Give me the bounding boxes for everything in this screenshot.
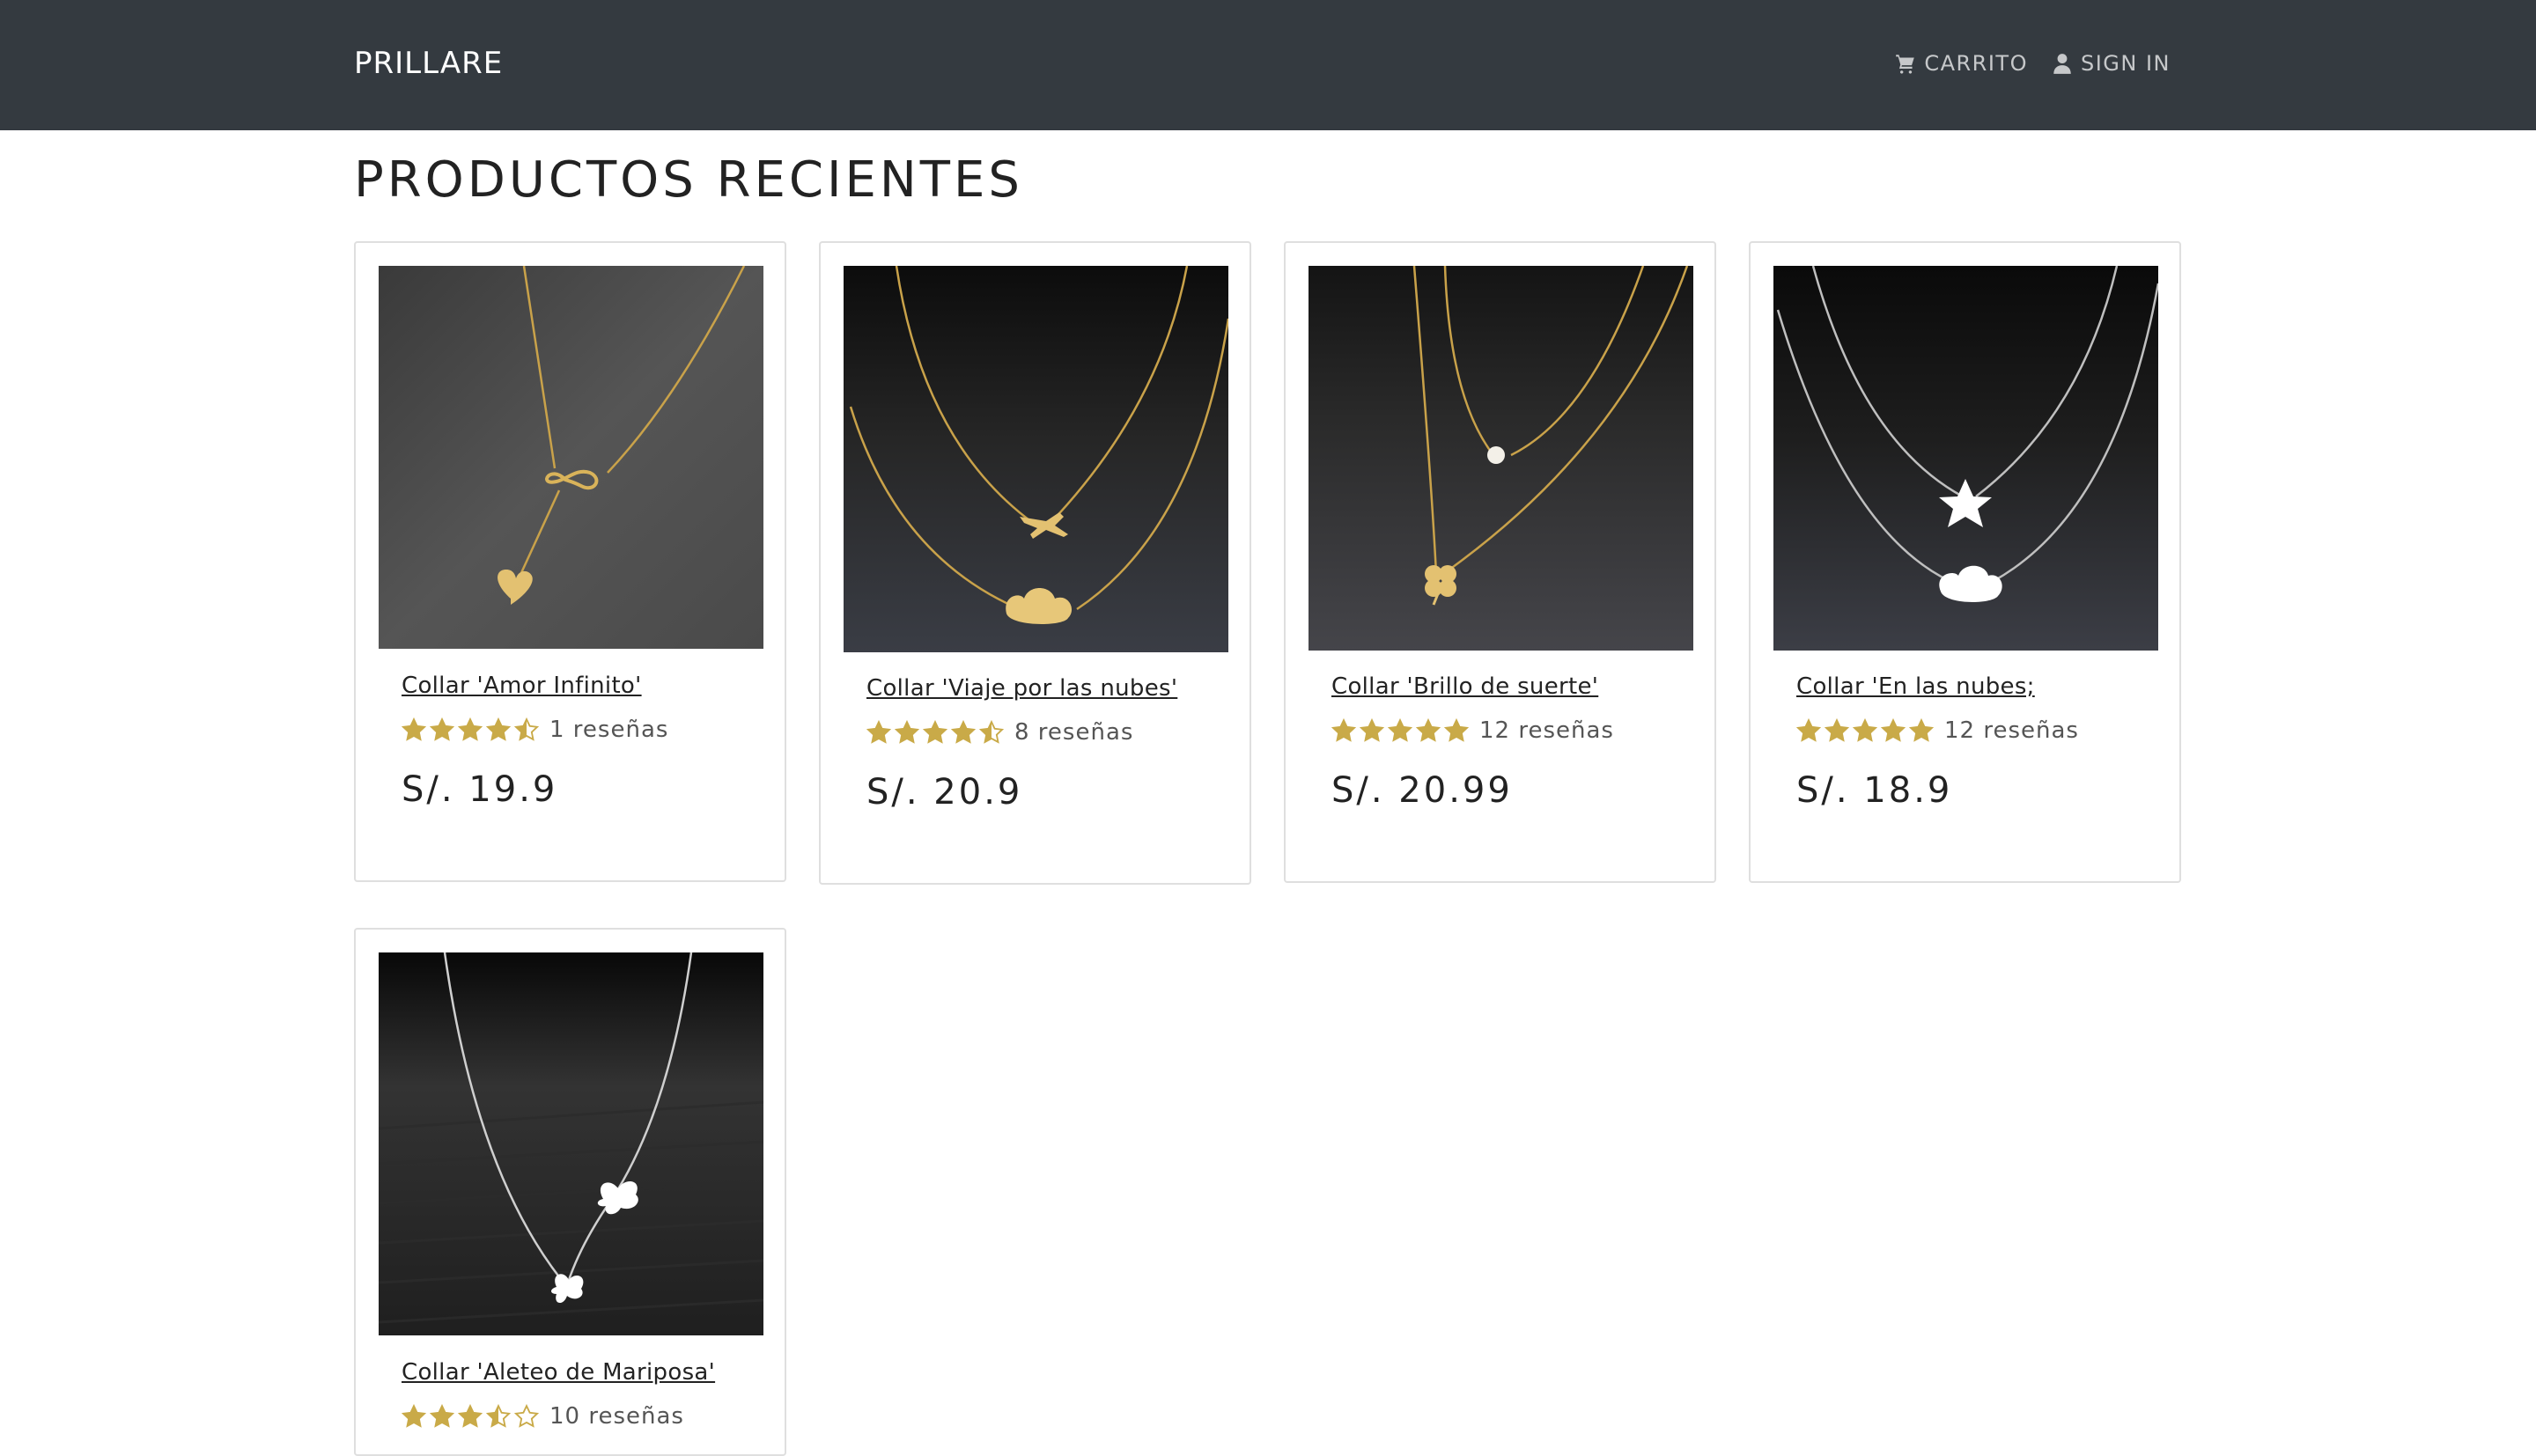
star-full-icon: [1416, 718, 1441, 742]
cart-icon: [1896, 55, 1915, 74]
star-full-icon: [486, 717, 511, 741]
product-image[interactable]: [379, 266, 763, 649]
product-title[interactable]: Collar 'Aleteo de Mariposa': [402, 1359, 715, 1386]
review-count: 12 reseñas: [1479, 717, 1614, 744]
star-full-icon: [866, 720, 891, 744]
product-title[interactable]: Collar 'Brillo de suerte': [1331, 673, 1598, 700]
review-count: 10 reseñas: [549, 1403, 684, 1430]
star-empty-icon: [514, 1404, 539, 1428]
star-full-icon: [430, 717, 454, 741]
product-rating: 10 reseñas: [402, 1403, 684, 1430]
cart-link[interactable]: CARRITO: [1894, 51, 2028, 76]
star-full-icon: [430, 1404, 454, 1428]
review-count: 12 reseñas: [1944, 717, 2079, 744]
star-full-icon: [1331, 718, 1356, 742]
star-half-icon: [514, 717, 539, 741]
signin-label: SIGN IN: [2080, 51, 2171, 76]
star-full-icon: [1881, 718, 1906, 742]
star-full-icon: [402, 1404, 426, 1428]
product-card: Collar 'Brillo de suerte' 12 reseñas S/.…: [1284, 241, 1716, 883]
user-icon: [2053, 54, 2071, 74]
star-full-icon: [458, 717, 483, 741]
brand-logo[interactable]: PRILLARE: [354, 46, 503, 81]
product-title[interactable]: Collar 'Viaje por las nubes': [866, 675, 1177, 702]
star-full-icon: [1444, 718, 1469, 742]
product-rating: 8 reseñas: [866, 719, 1133, 746]
star-half-icon: [486, 1404, 511, 1428]
star-full-icon: [1388, 718, 1412, 742]
star-full-icon: [923, 720, 947, 744]
star-full-icon: [895, 720, 919, 744]
product-card: Collar 'Viaje por las nubes' 8 reseñas S…: [819, 241, 1251, 885]
product-image[interactable]: [1309, 266, 1693, 651]
product-title[interactable]: Collar 'Amor Infinito': [402, 673, 642, 699]
navbar: PRILLARE CARRITO SIGN IN: [0, 0, 2536, 130]
product-card: Collar 'Aleteo de Mariposa' 10 reseñas: [354, 928, 786, 1456]
product-rating: 12 reseñas: [1331, 717, 1614, 744]
product-card: Collar 'En las nubes; 12 reseñas S/. 18.…: [1749, 241, 2181, 883]
product-card: Collar 'Amor Infinito' 1 reseñas S/. 19.…: [354, 241, 786, 882]
signin-link[interactable]: SIGN IN: [2051, 51, 2171, 76]
product-title[interactable]: Collar 'En las nubes;: [1796, 673, 2035, 700]
product-image[interactable]: [844, 266, 1228, 652]
star-full-icon: [1796, 718, 1821, 742]
review-count: 1 reseñas: [549, 717, 669, 743]
star-full-icon: [458, 1404, 483, 1428]
star-full-icon: [1825, 718, 1849, 742]
cart-label: CARRITO: [1924, 51, 2028, 76]
review-count: 8 reseñas: [1014, 719, 1134, 746]
product-price: S/. 19.9: [402, 769, 558, 810]
star-full-icon: [951, 720, 976, 744]
product-price: S/. 20.99: [1331, 770, 1513, 811]
product-image[interactable]: [1773, 266, 2158, 651]
nav-links: CARRITO SIGN IN: [1894, 51, 2171, 76]
star-full-icon: [402, 717, 426, 741]
star-half-icon: [979, 720, 1004, 744]
product-price: S/. 18.9: [1796, 770, 1953, 811]
star-full-icon: [1853, 718, 1877, 742]
page-title: PRODUCTOS RECIENTES: [354, 151, 1023, 209]
product-rating: 1 reseñas: [402, 717, 668, 743]
product-rating: 12 reseñas: [1796, 717, 2079, 744]
product-price: S/. 20.9: [866, 772, 1023, 813]
product-image[interactable]: [379, 952, 763, 1335]
star-full-icon: [1360, 718, 1384, 742]
star-full-icon: [1909, 718, 1934, 742]
